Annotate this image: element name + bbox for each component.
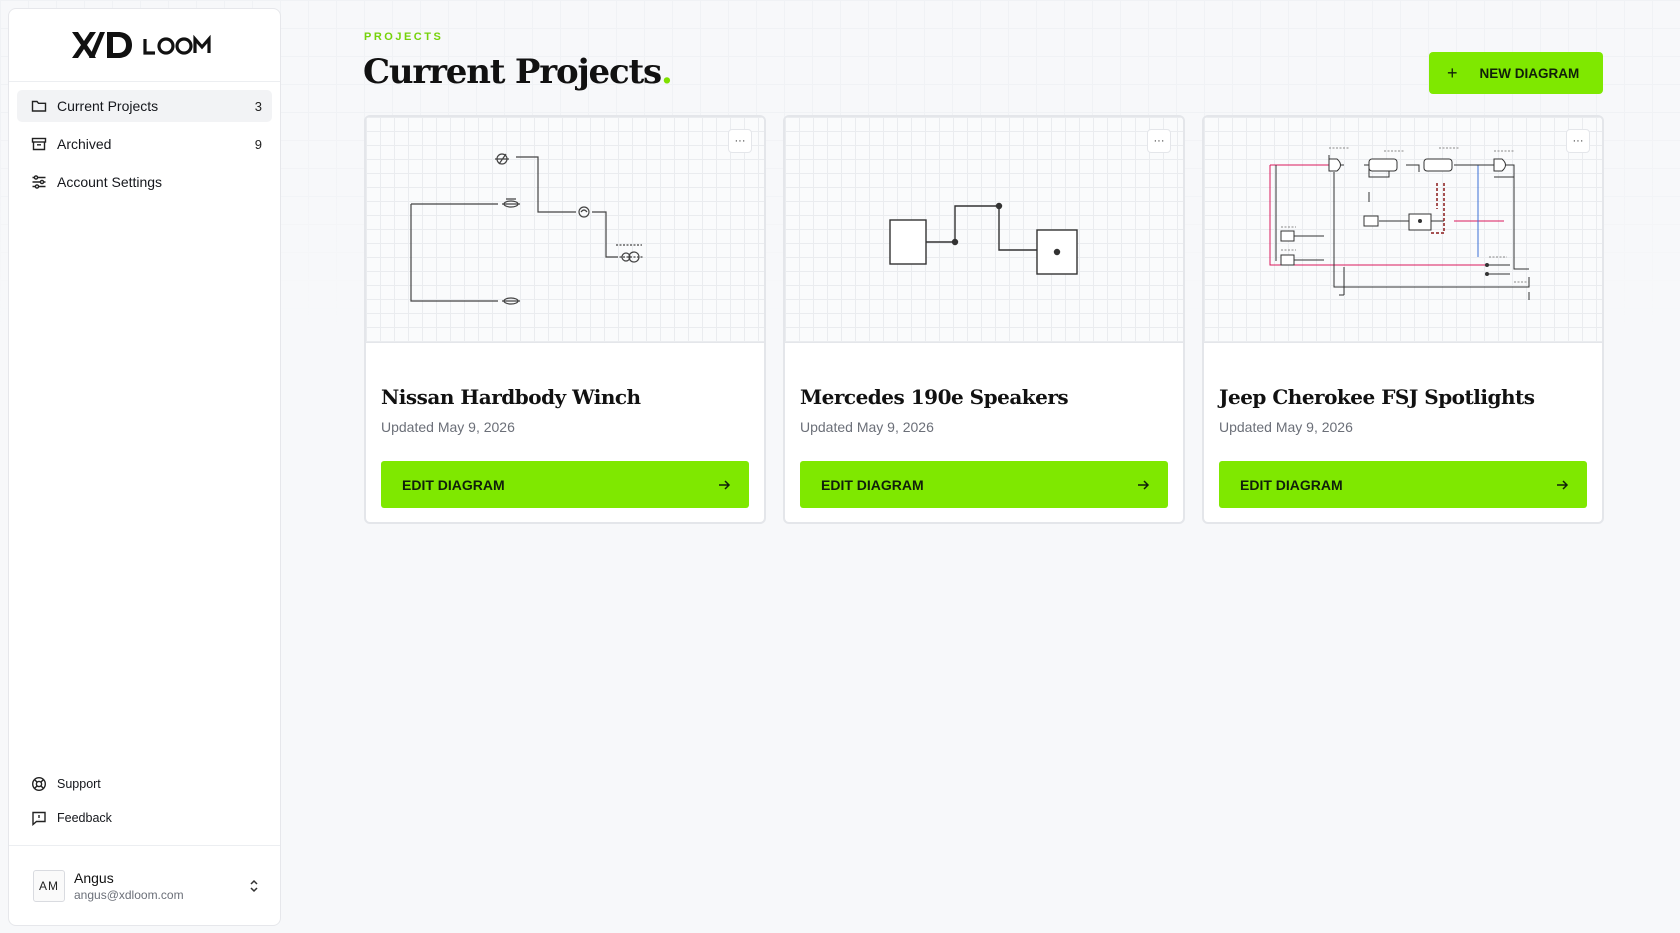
user-menu[interactable]: AM Angus angus@xdloom.com bbox=[9, 845, 280, 925]
sidebar: Current Projects 3 Archived 9 Account Se… bbox=[8, 8, 281, 926]
sidebar-item-label: Archived bbox=[57, 136, 112, 152]
sidebar-item-feedback[interactable]: Feedback bbox=[17, 803, 272, 833]
message-alert-icon bbox=[31, 810, 47, 826]
card-more-button[interactable]: ··· bbox=[1566, 129, 1590, 153]
sidebar-item-count: 9 bbox=[254, 136, 262, 152]
diagram-thumbnail[interactable]: ··· bbox=[366, 117, 764, 343]
new-diagram-label: NEW DIAGRAM bbox=[1479, 65, 1580, 81]
edit-diagram-label: EDIT DIAGRAM bbox=[402, 476, 505, 493]
card-title: Jeep Cherokee FSJ Spotlights bbox=[1219, 385, 1535, 409]
user-info: Angus angus@xdloom.com bbox=[74, 870, 246, 902]
card-updated-date: Updated May 9, 2026 bbox=[1219, 419, 1353, 435]
plus-icon: + bbox=[1447, 63, 1458, 83]
sidebar-item-account-settings[interactable]: Account Settings bbox=[17, 166, 272, 198]
page-title-text: Current Projects bbox=[363, 52, 662, 92]
project-card[interactable]: ··· Mercedes 190e Speakers Updated May 9… bbox=[783, 115, 1185, 524]
primary-nav: Current Projects 3 Archived 9 Account Se… bbox=[9, 82, 280, 204]
sidebar-item-support[interactable]: Support bbox=[17, 769, 272, 799]
secondary-nav: Support Feedback bbox=[9, 769, 280, 845]
sidebar-item-current-projects[interactable]: Current Projects 3 bbox=[17, 90, 272, 122]
sidebar-item-count: 3 bbox=[254, 98, 262, 114]
chevron-up-down-icon[interactable] bbox=[246, 878, 262, 894]
page-title-dot: . bbox=[660, 52, 673, 92]
xd-loom-logo bbox=[71, 32, 211, 58]
page-title: Current Projects. bbox=[363, 52, 673, 92]
card-updated-date: Updated May 9, 2026 bbox=[381, 419, 515, 435]
lifebuoy-icon bbox=[31, 776, 47, 792]
user-email: angus@xdloom.com bbox=[74, 887, 184, 902]
folder-icon bbox=[31, 98, 47, 114]
diagram-thumbnail[interactable]: ··· bbox=[1204, 117, 1602, 343]
avatar: AM bbox=[33, 869, 65, 902]
project-card[interactable]: ··· Nissan Hardbody Winch Updated May 9,… bbox=[364, 115, 766, 524]
edit-diagram-button[interactable]: EDIT DIAGRAM bbox=[1219, 461, 1587, 508]
sidebar-item-label: Support bbox=[57, 777, 101, 791]
sidebar-item-label: Current Projects bbox=[57, 98, 159, 114]
new-diagram-button[interactable]: + NEW DIAGRAM bbox=[1429, 52, 1603, 94]
card-more-button[interactable]: ··· bbox=[1147, 129, 1171, 153]
wiring-diagram-preview bbox=[1269, 147, 1530, 300]
edit-diagram-button[interactable]: EDIT DIAGRAM bbox=[800, 461, 1168, 508]
arrow-right-icon bbox=[719, 479, 731, 490]
card-updated-date: Updated May 9, 2026 bbox=[800, 419, 934, 435]
wiring-diagram-preview bbox=[889, 202, 1078, 275]
wiring-diagram-preview bbox=[410, 153, 644, 305]
card-title: Mercedes 190e Speakers bbox=[800, 385, 1069, 409]
sidebar-item-label: Feedback bbox=[57, 811, 112, 825]
arrow-right-icon bbox=[1557, 479, 1569, 490]
card-more-button[interactable]: ··· bbox=[728, 129, 752, 153]
section-eyebrow: PROJECTS bbox=[364, 31, 444, 43]
archive-icon bbox=[31, 136, 47, 152]
edit-diagram-label: EDIT DIAGRAM bbox=[821, 476, 924, 493]
sliders-icon bbox=[31, 174, 47, 190]
arrow-right-icon bbox=[1138, 479, 1150, 490]
sidebar-item-label: Account Settings bbox=[57, 174, 163, 190]
edit-diagram-label: EDIT DIAGRAM bbox=[1240, 476, 1343, 493]
sidebar-item-archived[interactable]: Archived 9 bbox=[17, 128, 272, 160]
user-name: Angus bbox=[74, 869, 114, 886]
project-card[interactable]: ··· Jeep Cherokee FSJ Spotlights Updated… bbox=[1202, 115, 1604, 524]
card-title: Nissan Hardbody Winch bbox=[381, 385, 641, 409]
brand-logo[interactable] bbox=[9, 9, 280, 82]
diagram-thumbnail[interactable]: ··· bbox=[785, 117, 1183, 343]
edit-diagram-button[interactable]: EDIT DIAGRAM bbox=[381, 461, 749, 508]
